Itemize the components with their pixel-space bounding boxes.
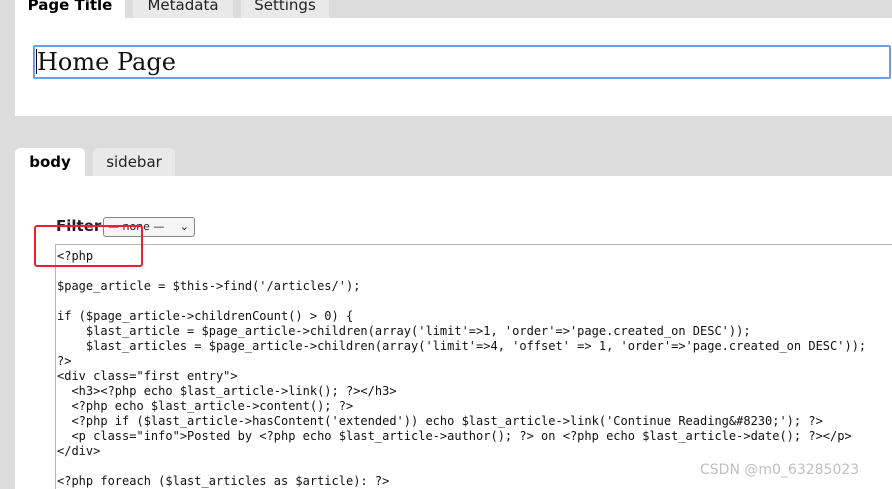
red-highlight-annotation xyxy=(34,225,143,267)
code-line: if ($page_article->childrenCount() > 0) … xyxy=(57,309,354,323)
code-line: <?php foreach ($last_articles as $articl… xyxy=(57,474,390,488)
tab-metadata[interactable]: Metadata xyxy=(133,0,233,18)
code-line: </div> xyxy=(57,444,101,458)
code-line: $last_articles = $page_article->children… xyxy=(57,339,867,353)
code-line: ?> xyxy=(57,354,72,368)
code-line: <p class="info">Posted by <?php echo $la… xyxy=(57,429,852,443)
watermark: CSDN @m0_63285023 xyxy=(700,462,860,478)
code-content: <?php $page_article = $this->find('/arti… xyxy=(56,245,892,489)
text-caret xyxy=(36,49,37,74)
chevron-down-icon: ⌄ xyxy=(179,220,189,233)
body-code-editor[interactable]: <?php $page_article = $this->find('/arti… xyxy=(55,244,892,489)
tab-body[interactable]: body xyxy=(15,148,85,176)
code-line: <h3><?php echo $last_article->link(); ?>… xyxy=(57,384,397,398)
code-line: <?php if ($last_article->hasContent('ext… xyxy=(57,414,823,428)
tab-page-title[interactable]: Page Title xyxy=(15,0,125,18)
code-line: $last_article = $page_article->children(… xyxy=(57,324,751,338)
code-line: <div class="first entry"> xyxy=(57,369,238,383)
tab-sidebar[interactable]: sidebar xyxy=(93,148,175,176)
code-line: <?php echo $last_article->content(); ?> xyxy=(57,399,354,413)
tab-settings[interactable]: Settings xyxy=(241,0,329,18)
page-title-input[interactable]: Home Page xyxy=(33,45,891,79)
code-line: $page_article = $this->find('/articles/'… xyxy=(57,279,361,293)
